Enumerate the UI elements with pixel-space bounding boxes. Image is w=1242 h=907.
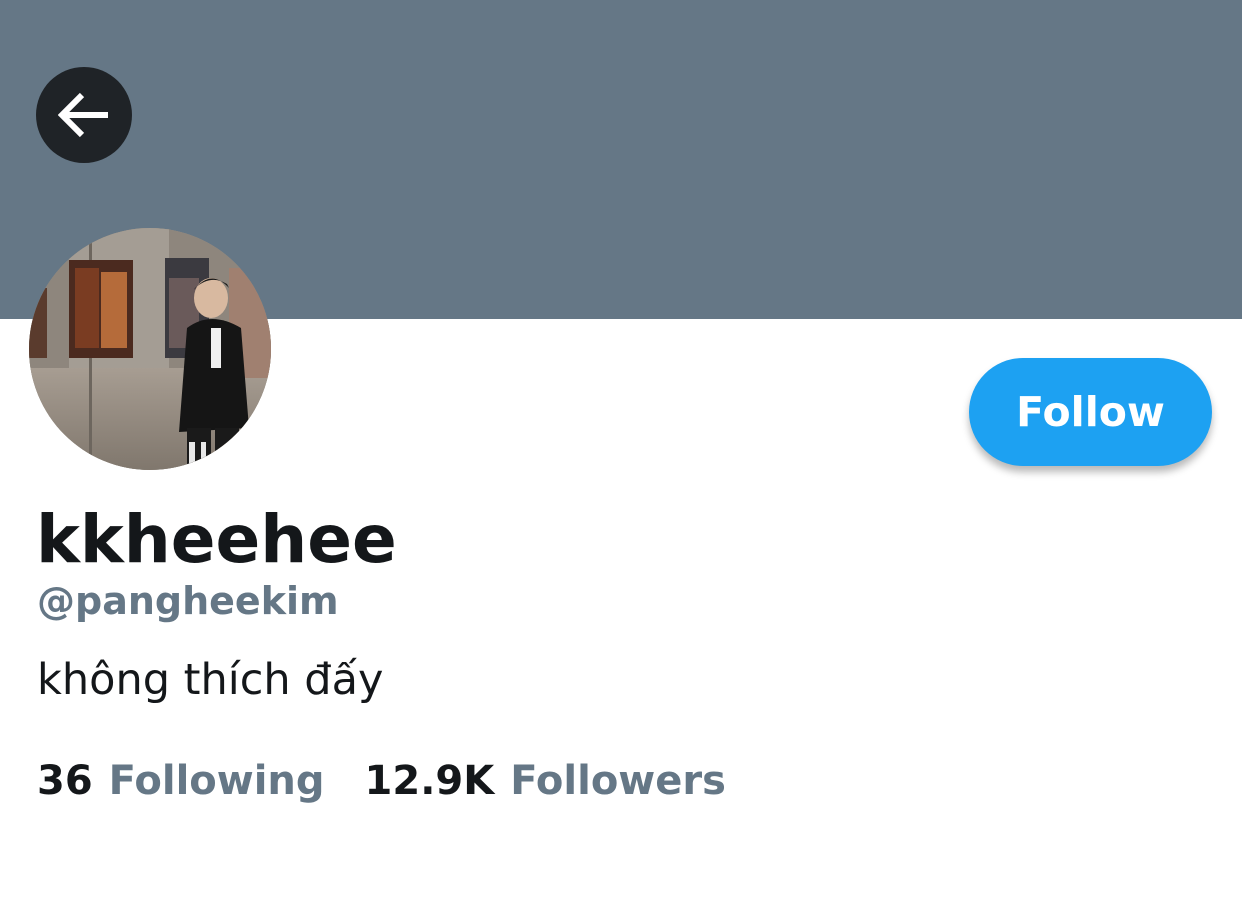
back-button[interactable] (36, 67, 132, 163)
followers-label: Followers (510, 758, 726, 804)
arrow-left-icon (58, 92, 110, 138)
avatar-photo (29, 228, 271, 470)
following-label: Following (108, 758, 325, 804)
avatar[interactable] (29, 228, 271, 470)
followers-link[interactable]: 12.9K Followers (365, 756, 726, 806)
user-handle: @pangheekim (37, 579, 339, 623)
profile-bio: không thích đấy (37, 655, 384, 705)
follow-button[interactable]: Follow (969, 358, 1212, 466)
followers-count: 12.9K (364, 758, 495, 804)
profile-stats: 36 Following 12.9K Followers (37, 756, 726, 806)
following-count: 36 (37, 758, 93, 804)
profile-page: Follow kkheehee @pangheekim không thích … (0, 0, 1242, 907)
display-name: kkheehee (36, 501, 397, 578)
following-link[interactable]: 36 Following (37, 756, 325, 806)
